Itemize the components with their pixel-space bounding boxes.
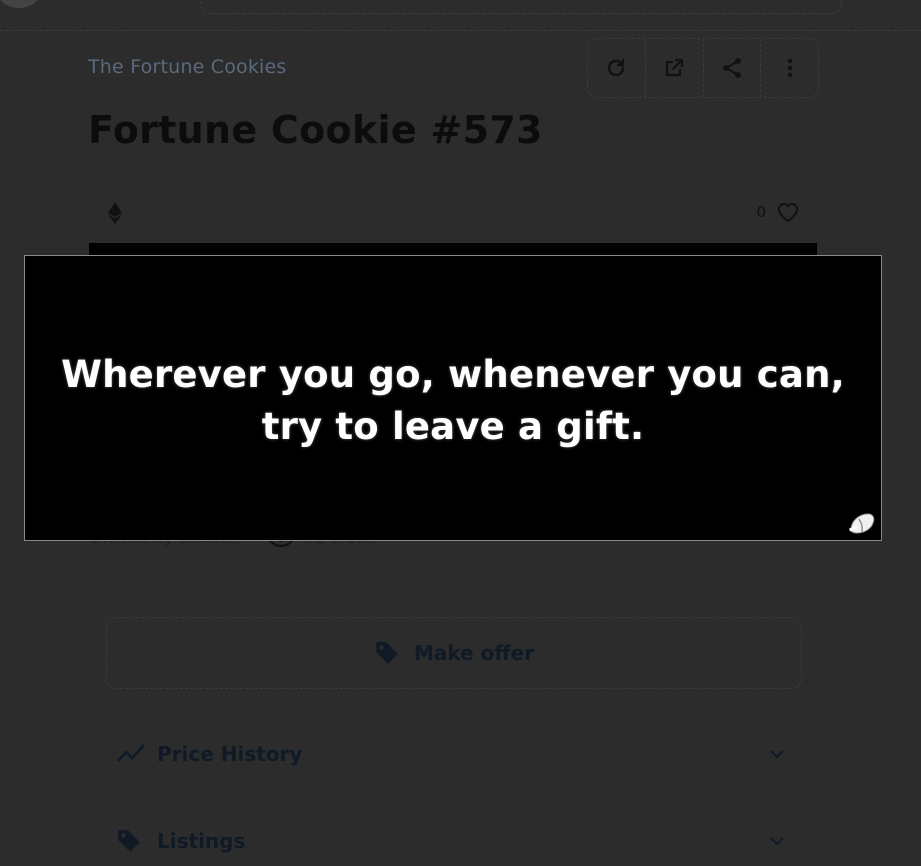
price-history-accordion[interactable]: Price History xyxy=(106,729,800,779)
tag-icon xyxy=(118,830,140,852)
make-offer-label: Make offer xyxy=(413,641,535,665)
price-history-label: Price History xyxy=(157,742,303,766)
item-actions-toolbar xyxy=(587,38,819,98)
listings-accordion[interactable]: Listings xyxy=(106,816,800,866)
avatar[interactable] xyxy=(0,0,40,8)
fortune-text: Wherever you go, whenever you can, try t… xyxy=(25,349,881,453)
external-link-icon xyxy=(666,58,684,77)
fortune-line-2: try to leave a gift. xyxy=(261,405,645,448)
item-image-header: 0 xyxy=(88,190,816,234)
collection-link[interactable]: The Fortune Cookies xyxy=(88,56,287,78)
ethereum-icon xyxy=(108,202,122,224)
trend-line-icon xyxy=(117,744,145,762)
share-button[interactable] xyxy=(704,39,762,97)
listings-label: Listings xyxy=(157,829,246,853)
share-icon xyxy=(722,58,741,78)
fortune-cookie-icon xyxy=(848,513,875,534)
more-options-button[interactable] xyxy=(761,39,818,97)
chevron-down-icon xyxy=(770,750,784,759)
like-count: 0 xyxy=(756,203,766,221)
heart-icon[interactable] xyxy=(776,201,800,223)
refresh-button[interactable] xyxy=(588,39,646,97)
open-external-button[interactable] xyxy=(646,39,704,97)
more-vertical-icon xyxy=(787,58,792,78)
fortune-image-modal[interactable]: Wherever you go, whenever you can, try t… xyxy=(24,255,882,541)
chevron-down-icon xyxy=(770,837,784,846)
tag-icon xyxy=(376,642,398,664)
refresh-icon xyxy=(608,58,625,77)
item-title: Fortune Cookie #573 xyxy=(88,108,543,152)
top-nav-bar xyxy=(0,0,921,31)
make-offer-button[interactable]: Make offer xyxy=(106,617,802,689)
search-bar[interactable] xyxy=(200,0,842,14)
fortune-line-1: Wherever you go, whenever you can, xyxy=(61,353,845,396)
